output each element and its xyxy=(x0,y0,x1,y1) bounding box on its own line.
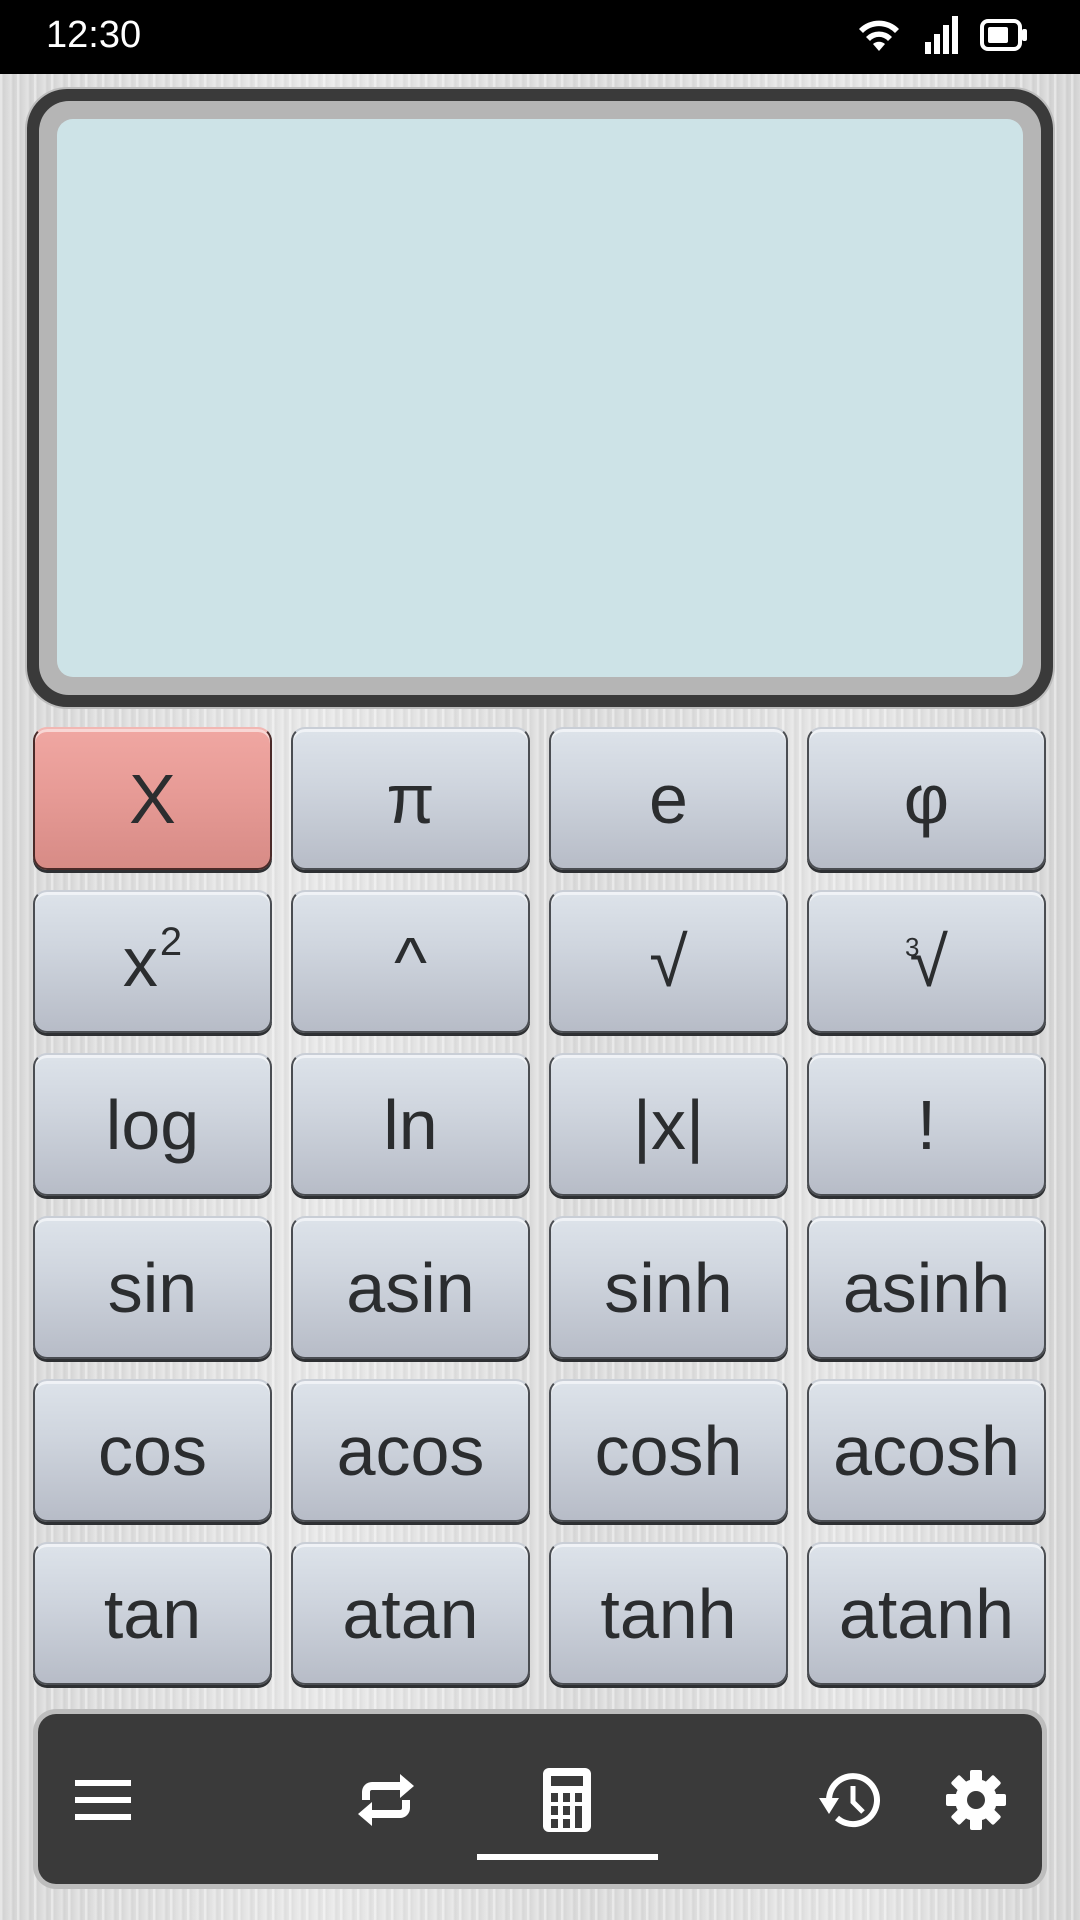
key-label: 3√ xyxy=(905,927,948,997)
asinh-button[interactable]: asinh xyxy=(807,1216,1046,1359)
key-label: π xyxy=(386,759,435,838)
key-base: x xyxy=(122,922,158,1001)
key-label: e xyxy=(649,759,688,838)
root-index: 3 xyxy=(905,931,920,962)
key-label: ^ xyxy=(394,922,427,1001)
converter-button[interactable] xyxy=(346,1762,426,1842)
key-label: tan xyxy=(103,1574,202,1653)
key-label: sinh xyxy=(604,1248,733,1327)
key-label: √ xyxy=(649,922,688,1001)
sin-button[interactable]: sin xyxy=(33,1216,272,1359)
cube-root-button[interactable]: 3√ xyxy=(807,890,1046,1033)
display-screen[interactable] xyxy=(57,119,1023,677)
power-button[interactable]: ^ xyxy=(291,890,530,1033)
square-button[interactable]: x2 xyxy=(33,890,272,1033)
tan-button[interactable]: tan xyxy=(33,1542,272,1685)
status-icons xyxy=(856,16,1028,54)
atan-button[interactable]: atan xyxy=(291,1542,530,1685)
acos-button[interactable]: acos xyxy=(291,1379,530,1522)
key-label: atanh xyxy=(838,1574,1015,1653)
key-label: acosh xyxy=(833,1411,1020,1490)
key-label: ln xyxy=(383,1085,438,1164)
battery-icon xyxy=(980,19,1028,51)
key-label: φ xyxy=(903,759,950,838)
calculator-display xyxy=(27,89,1053,707)
settings-button[interactable] xyxy=(936,1762,1016,1842)
key-label: tanh xyxy=(600,1574,737,1653)
log-button[interactable]: log xyxy=(33,1053,272,1196)
e-button[interactable]: e xyxy=(549,727,788,870)
asin-button[interactable]: asin xyxy=(291,1216,530,1359)
key-label: |x| xyxy=(632,1085,705,1164)
menu-icon xyxy=(75,1779,131,1825)
status-time: 12:30 xyxy=(46,14,142,56)
wifi-icon xyxy=(856,17,902,53)
key-label: asinh xyxy=(842,1248,1011,1327)
key-label: x2 xyxy=(123,922,182,996)
acosh-button[interactable]: acosh xyxy=(807,1379,1046,1522)
swap-arrows-icon xyxy=(354,1770,418,1835)
clear-button[interactable]: X xyxy=(33,727,272,870)
history-icon xyxy=(815,1770,881,1835)
calculator-icon xyxy=(543,1767,591,1837)
pi-button[interactable]: π xyxy=(291,727,530,870)
key-label: ! xyxy=(916,1085,937,1164)
key-label: acos xyxy=(336,1411,485,1490)
history-button[interactable] xyxy=(808,1762,888,1842)
tanh-button[interactable]: tanh xyxy=(549,1542,788,1685)
abs-button[interactable]: |x| xyxy=(549,1053,788,1196)
factorial-button[interactable]: ! xyxy=(807,1053,1046,1196)
key-label: cos xyxy=(98,1411,207,1490)
gear-icon xyxy=(945,1769,1007,1836)
calculator-tab-button[interactable] xyxy=(527,1762,607,1842)
key-label: X xyxy=(129,759,176,838)
active-tab-indicator xyxy=(477,1854,658,1860)
cosh-button[interactable]: cosh xyxy=(549,1379,788,1522)
status-bar: 12:30 xyxy=(0,0,1080,74)
menu-button[interactable] xyxy=(63,1762,143,1842)
cos-button[interactable]: cos xyxy=(33,1379,272,1522)
cellular-signal-icon xyxy=(924,16,958,54)
key-label: asin xyxy=(346,1248,475,1327)
sinh-button[interactable]: sinh xyxy=(549,1216,788,1359)
key-superscript: 2 xyxy=(159,920,183,965)
display-bezel xyxy=(39,101,1041,695)
key-label: log xyxy=(105,1085,200,1164)
atanh-button[interactable]: atanh xyxy=(807,1542,1046,1685)
key-label: sin xyxy=(107,1248,198,1327)
sqrt-button[interactable]: √ xyxy=(549,890,788,1033)
key-label: cosh xyxy=(594,1411,743,1490)
bottom-nav-bar xyxy=(38,1714,1042,1884)
phi-button[interactable]: φ xyxy=(807,727,1046,870)
key-label: atan xyxy=(342,1574,479,1653)
ln-button[interactable]: ln xyxy=(291,1053,530,1196)
